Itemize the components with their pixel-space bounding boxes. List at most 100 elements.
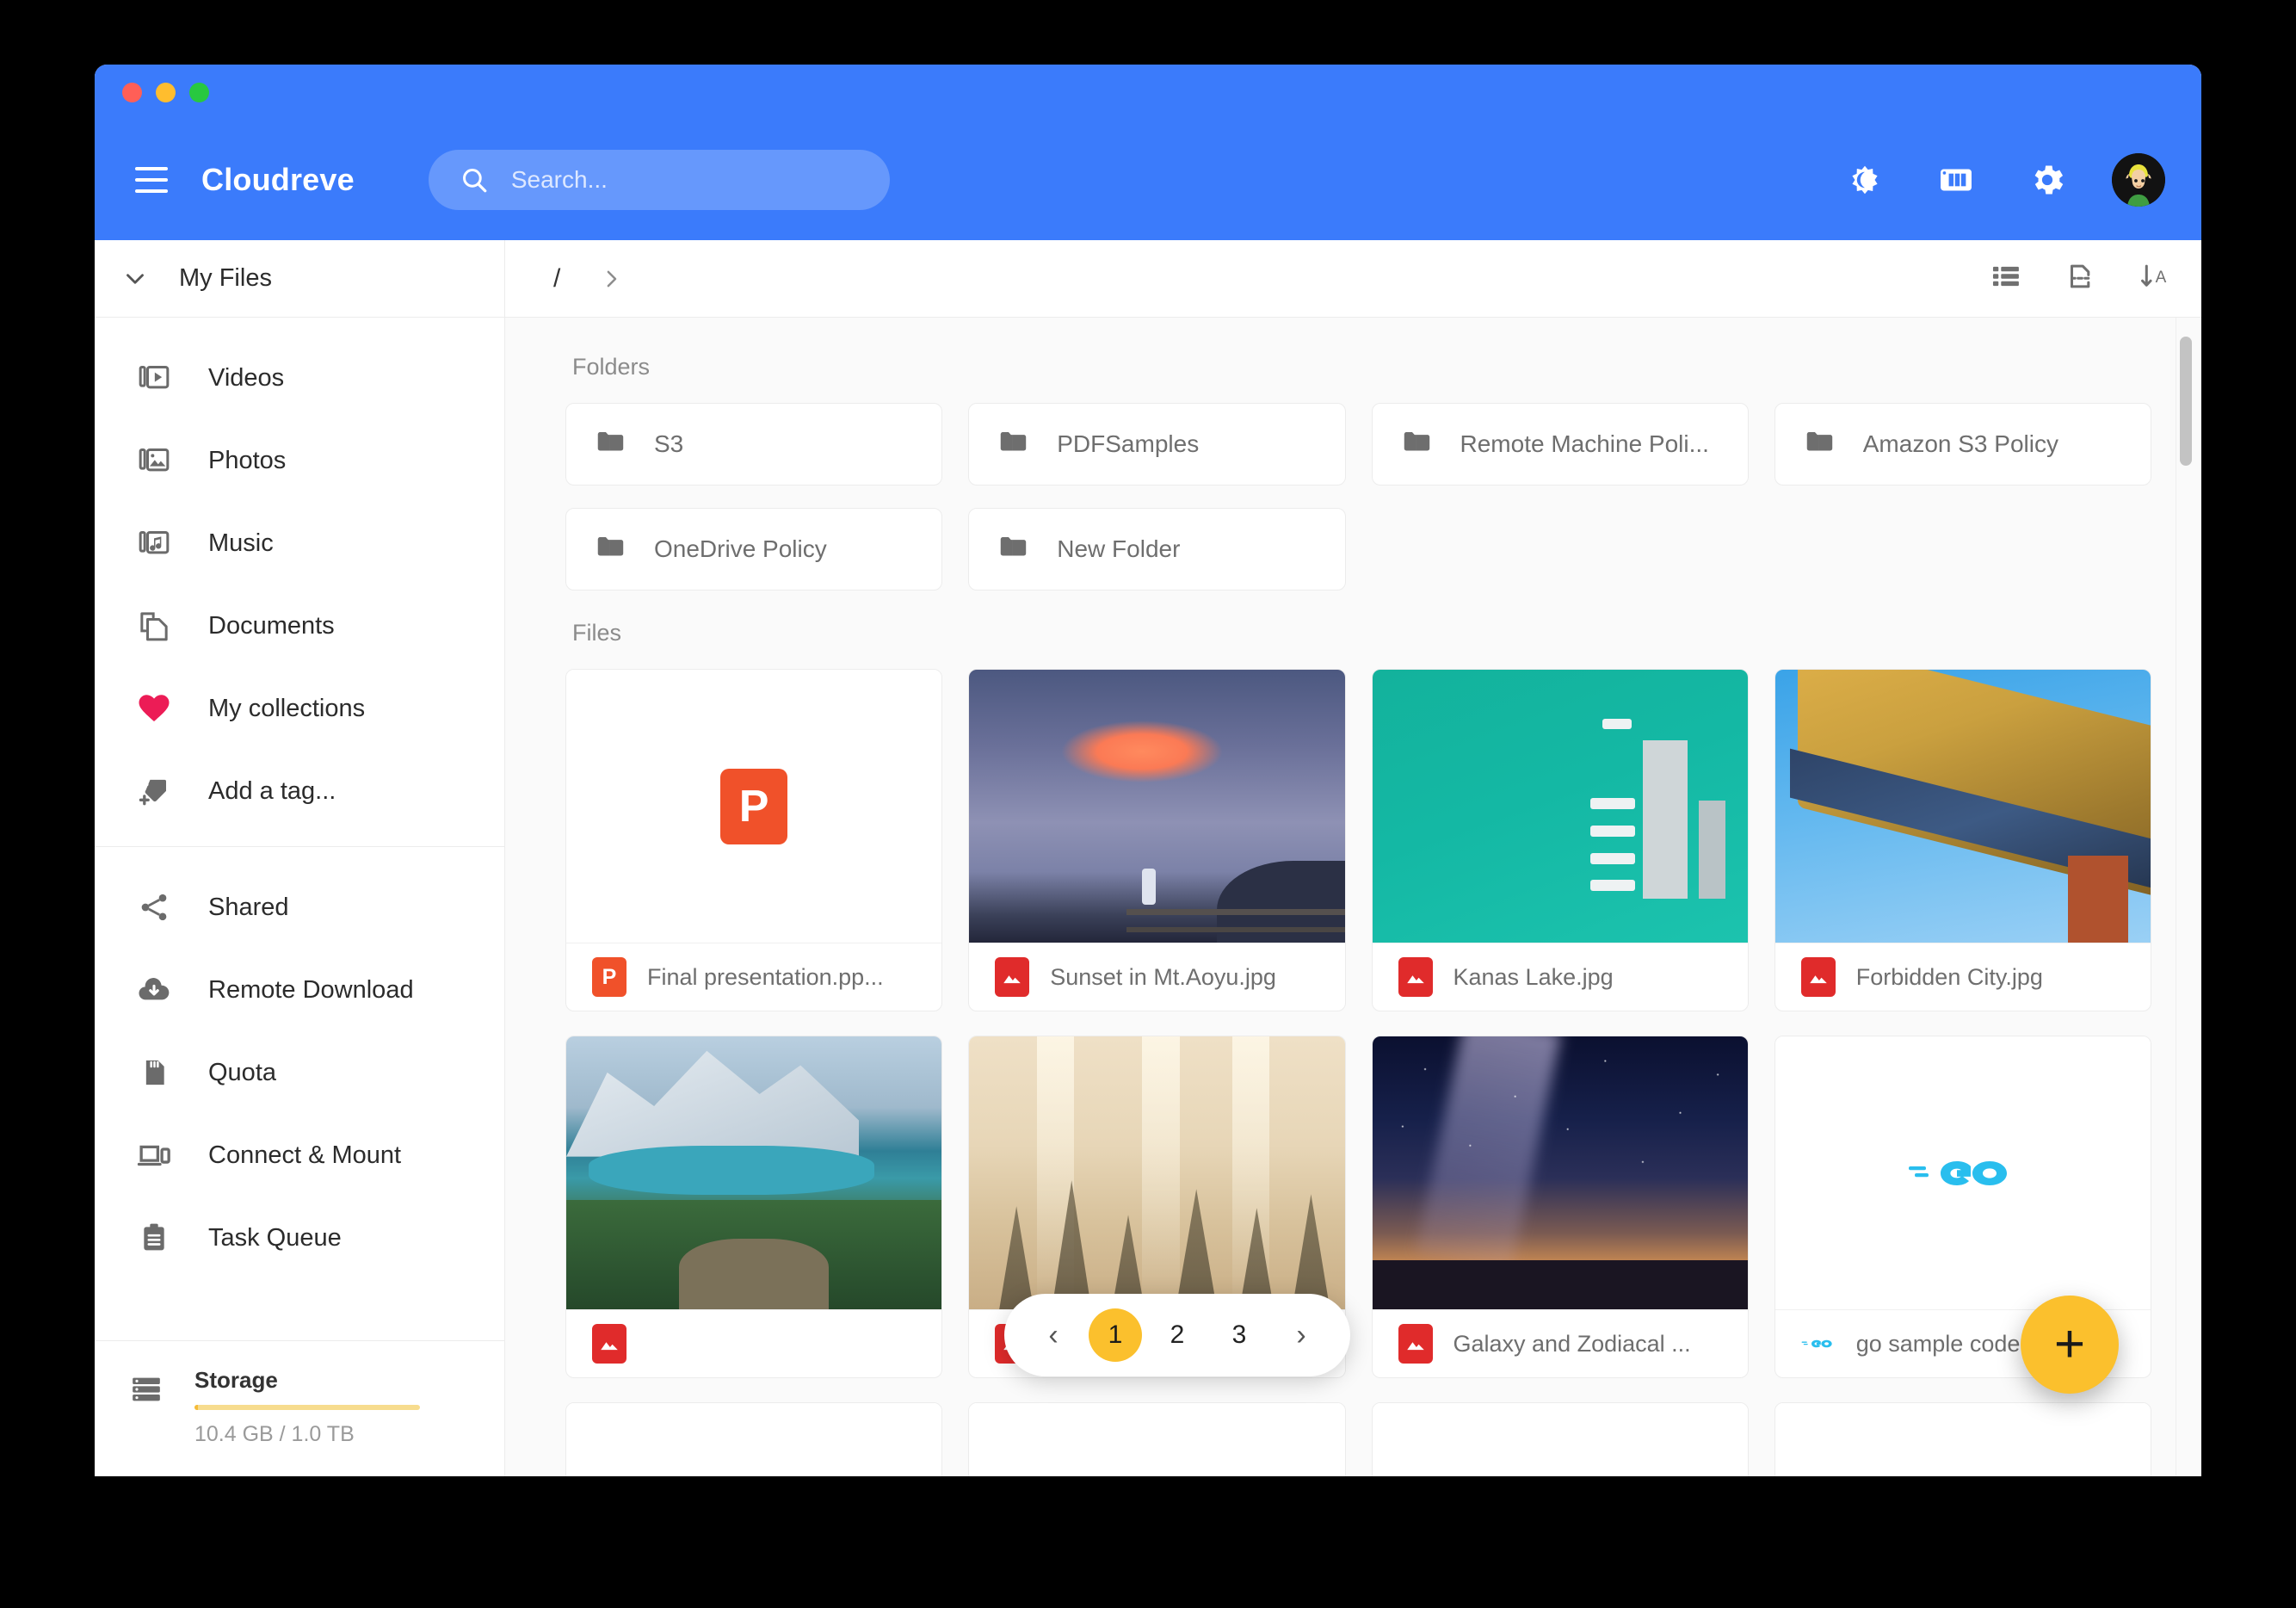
sidebar-item-add-a-tag[interactable]: Add a tag... bbox=[95, 750, 504, 832]
connect-devices-icon bbox=[136, 1137, 172, 1173]
powerpoint-icon: P bbox=[592, 957, 626, 998]
image-file-icon bbox=[1800, 957, 1836, 998]
sidebar-item-label: Connect & Mount bbox=[208, 1141, 402, 1169]
folder-card[interactable]: PDFSamples bbox=[968, 403, 1346, 485]
file-card[interactable]: Forbidden City.jpg bbox=[1774, 669, 2151, 1011]
file-card[interactable]: P P Final presentation.pp... bbox=[565, 669, 943, 1011]
maximize-window-button[interactable] bbox=[189, 82, 209, 102]
sidebar-item-connect-and-mount[interactable]: Connect & Mount bbox=[95, 1114, 504, 1197]
file-thumbnail bbox=[566, 1036, 942, 1310]
folder-name: S3 bbox=[654, 430, 684, 457]
avatar-icon bbox=[2112, 153, 2165, 207]
files-section-label: Files bbox=[572, 620, 622, 646]
chevron-right-icon[interactable] bbox=[598, 266, 624, 292]
sidebar-item-my-collections[interactable]: My collections bbox=[95, 667, 504, 750]
music-collection-icon bbox=[136, 525, 172, 561]
image-file-icon bbox=[1398, 957, 1433, 998]
folder-name: OneDrive Policy bbox=[654, 535, 827, 562]
folder-card[interactable]: S3 bbox=[565, 403, 943, 485]
sidebar-item-documents[interactable]: Documents bbox=[95, 584, 504, 667]
pagination-page-1[interactable]: 1 bbox=[1089, 1308, 1142, 1362]
sidebar-item-label: Add a tag... bbox=[208, 776, 336, 805]
folder-card[interactable]: Remote Machine Poli... bbox=[1371, 403, 1749, 485]
sidebar-item-photos[interactable]: Photos bbox=[95, 419, 504, 502]
file-thumbnail bbox=[1774, 1036, 2151, 1310]
main-panel: / A Folders S3 PDFSamples Remote Machine… bbox=[505, 240, 2201, 1476]
minimize-window-button[interactable] bbox=[156, 82, 176, 102]
close-window-button[interactable] bbox=[122, 82, 142, 102]
pagination-next-button[interactable]: › bbox=[1275, 1308, 1328, 1362]
hamburger-icon[interactable] bbox=[120, 149, 182, 211]
storage-summary[interactable]: Storage 10.4 GB / 1.0 TB bbox=[95, 1340, 504, 1476]
file-card[interactable] bbox=[565, 1036, 943, 1378]
avatar[interactable] bbox=[2112, 153, 2165, 207]
title-bar bbox=[95, 65, 2201, 120]
file-name: Forbidden City.jpg bbox=[1855, 963, 2043, 990]
folder-name: Amazon S3 Policy bbox=[1862, 430, 2058, 457]
sidebar-item-shared[interactable]: Shared bbox=[95, 866, 504, 949]
folder-card[interactable]: Amazon S3 Policy bbox=[1774, 403, 2151, 485]
sidebar-item-quota[interactable]: Quota bbox=[95, 1031, 504, 1114]
sort-alpha-icon[interactable]: A bbox=[2138, 260, 2170, 297]
pagination-prev-button[interactable]: ‹ bbox=[1027, 1308, 1080, 1362]
documents-icon bbox=[136, 608, 172, 644]
photo-collection-icon bbox=[136, 442, 172, 479]
folder-card[interactable]: New Folder bbox=[968, 508, 1346, 591]
file-card[interactable] bbox=[1371, 1402, 1749, 1476]
video-collection-icon bbox=[136, 360, 172, 396]
search-placeholder: Search... bbox=[510, 166, 608, 193]
clipboard-list-icon bbox=[136, 1220, 172, 1256]
brightness-moon-icon[interactable] bbox=[1838, 153, 1892, 207]
file-card[interactable]: Galaxy and Zodiacal ... bbox=[1371, 1036, 1749, 1378]
folder-name: New Folder bbox=[1057, 535, 1181, 562]
file-grid: P P Final presentation.pp... Sunset in M… bbox=[565, 669, 2151, 1476]
list-view-icon[interactable] bbox=[1990, 260, 2022, 297]
folder-card[interactable]: OneDrive Policy bbox=[565, 508, 943, 591]
sidebar-item-videos[interactable]: Videos bbox=[95, 337, 504, 419]
sidebar-item-music[interactable]: Music bbox=[95, 502, 504, 584]
sidebar-tools: Shared Remote Download Quota Connect & M… bbox=[95, 846, 504, 1293]
breadcrumb-root[interactable]: / bbox=[553, 264, 560, 294]
folder-icon bbox=[997, 426, 1029, 463]
sidebar-item-label: My collections bbox=[208, 694, 366, 722]
file-card[interactable] bbox=[1774, 1402, 2151, 1476]
file-card[interactable] bbox=[968, 1402, 1346, 1476]
file-name: Kanas Lake.jpg bbox=[1453, 963, 1614, 990]
share-icon bbox=[136, 889, 172, 925]
gear-icon[interactable] bbox=[2021, 153, 2074, 207]
app-bar: Cloudreve Search... bbox=[95, 120, 2201, 240]
pagination: ‹ 1 2 3 › bbox=[1004, 1294, 1350, 1376]
pagination-page-3[interactable]: 3 bbox=[1213, 1308, 1266, 1362]
folder-icon bbox=[997, 531, 1029, 568]
file-card[interactable]: Sunset in Mt.Aoyu.jpg bbox=[968, 669, 1346, 1011]
folder-name: Remote Machine Poli... bbox=[1460, 430, 1709, 457]
sidebar-item-label: Remote Download bbox=[208, 975, 414, 1004]
sidebar-item-task-queue[interactable]: Task Queue bbox=[95, 1197, 504, 1279]
folders-section-label: Folders bbox=[572, 354, 651, 380]
app-title: Cloudreve bbox=[201, 162, 355, 197]
add-tag-icon bbox=[136, 773, 172, 809]
content-scrollbar[interactable] bbox=[2176, 318, 2194, 1476]
sidebar-my-files-label: My Files bbox=[179, 264, 272, 292]
folder-name: PDFSamples bbox=[1057, 430, 1200, 457]
storage-title: Storage bbox=[194, 1367, 278, 1393]
app-bar-actions bbox=[1838, 153, 2165, 207]
breadcrumb-bar: / A bbox=[505, 240, 2201, 318]
svg-text:A: A bbox=[2156, 269, 2167, 287]
file-card[interactable] bbox=[565, 1402, 943, 1476]
image-file-icon bbox=[592, 1324, 626, 1364]
file-dashed-icon[interactable] bbox=[2064, 260, 2096, 297]
search-input[interactable]: Search... bbox=[428, 150, 890, 210]
storage-shelf-icon[interactable] bbox=[1929, 153, 1983, 207]
scrollbar-thumb[interactable] bbox=[2180, 337, 2192, 466]
pagination-page-2[interactable]: 2 bbox=[1151, 1308, 1204, 1362]
file-name: Final presentation.pp... bbox=[647, 963, 884, 990]
add-button[interactable]: + bbox=[2021, 1296, 2119, 1394]
sidebar-item-label: Task Queue bbox=[208, 1223, 342, 1252]
file-thumbnail bbox=[1774, 670, 2151, 943]
sidebar-my-files-header[interactable]: My Files bbox=[95, 240, 504, 318]
sidebar-item-remote-download[interactable]: Remote Download bbox=[95, 949, 504, 1031]
sidebar-categories: Videos Photos Music Documents My collect… bbox=[95, 318, 504, 846]
file-name: Galaxy and Zodiacal ... bbox=[1453, 1330, 1691, 1357]
file-card[interactable]: Kanas Lake.jpg bbox=[1371, 669, 1749, 1011]
